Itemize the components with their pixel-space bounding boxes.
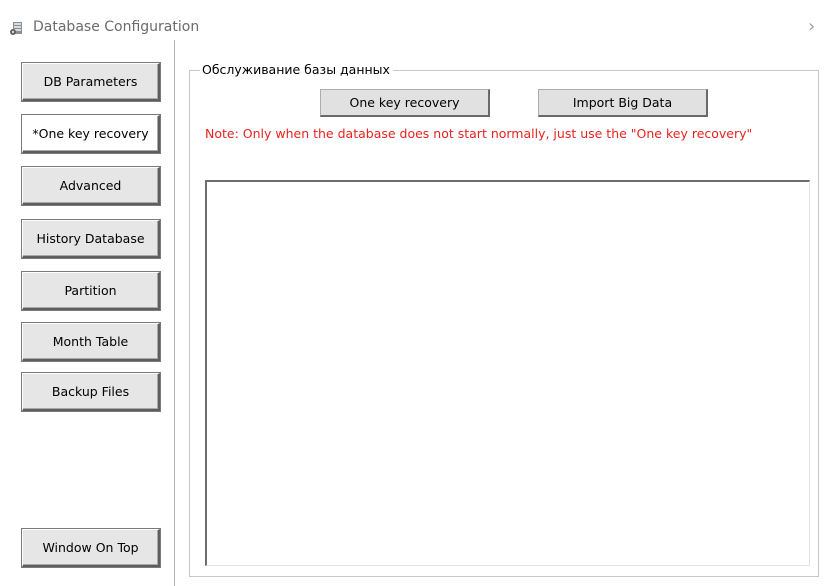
nav-advanced-button[interactable]: Advanced [22,167,160,205]
groupbox-title: Обслуживание базы данных [200,62,393,77]
import-big-data-button[interactable]: Import Big Data [538,89,708,117]
nav-history-database-button[interactable]: History Database [22,220,160,258]
nav-backup-files-button[interactable]: Backup Files [22,373,160,411]
log-output-area[interactable] [205,180,810,566]
nav-one-key-recovery-button[interactable]: *One key recovery [22,115,160,153]
nav-db-parameters-button[interactable]: DB Parameters [22,63,160,101]
nav-partition-button[interactable]: Partition [22,272,160,310]
database-config-icon [10,22,22,35]
chevron-right-icon[interactable]: › [808,16,815,37]
window-on-top-button[interactable]: Window On Top [22,529,160,567]
title-bar: Database Configuration › [0,0,827,37]
nav-month-table-button[interactable]: Month Table [22,323,160,361]
one-key-recovery-button[interactable]: One key recovery [320,89,490,117]
recovery-note: Note: Only when the database does not st… [205,126,753,141]
window-title: Database Configuration [33,19,200,35]
sidebar-divider [174,40,175,586]
